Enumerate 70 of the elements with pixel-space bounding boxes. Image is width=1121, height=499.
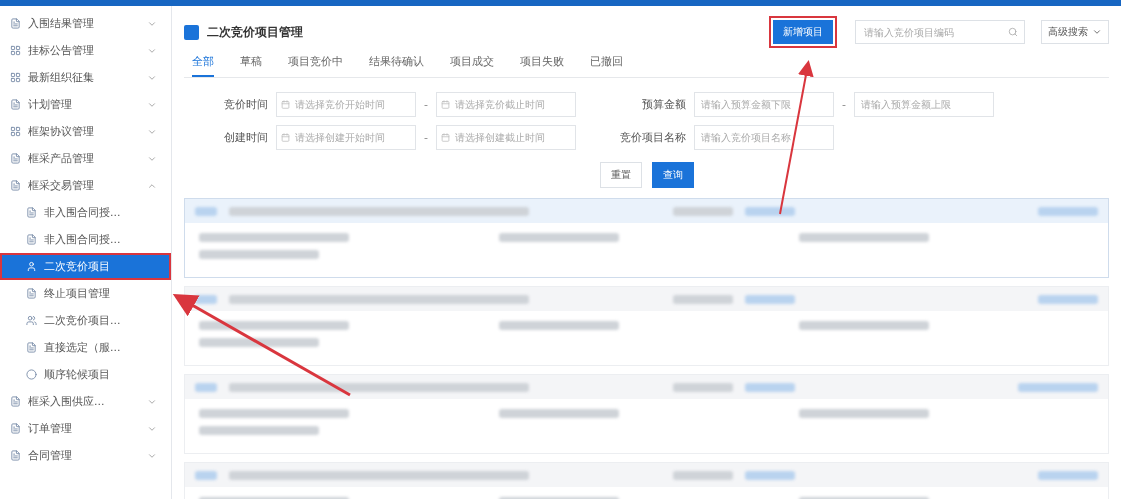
calendar-icon	[281, 133, 290, 142]
blurred-text	[1038, 206, 1098, 216]
blurred-text	[1038, 294, 1098, 304]
blurred-text	[195, 470, 217, 480]
blurred-text	[745, 470, 795, 480]
chevron-down-icon	[1092, 27, 1102, 37]
list-card[interactable]	[184, 286, 1109, 366]
input-field[interactable]: 请选择竞价开始时间	[276, 92, 416, 117]
sidebar-item[interactable]: 计划管理	[0, 91, 171, 118]
filter-label: 竞价时间	[223, 97, 268, 112]
tab[interactable]: 项目成交	[450, 50, 494, 77]
sidebar-item-selected[interactable]: 二次竞价项目	[0, 253, 171, 280]
list-card[interactable]	[184, 374, 1109, 454]
search-field[interactable]: 请输入竞价项目编码	[855, 20, 1025, 44]
blurred-text	[745, 294, 795, 304]
user-icon	[26, 261, 37, 272]
blurred-text	[195, 382, 217, 392]
sidebar-item[interactable]: 终止项目管理	[0, 280, 171, 307]
sidebar-item[interactable]: 直接选定（服...	[0, 334, 171, 361]
filter-label: 预算金额	[641, 97, 686, 112]
sidebar-item[interactable]: 最新组织征集	[0, 64, 171, 91]
blurred-text	[673, 206, 733, 216]
list-card[interactable]	[184, 198, 1109, 278]
sidebar-item[interactable]: 框采产品管理	[0, 145, 171, 172]
blurred-text	[673, 382, 733, 392]
input-field[interactable]: 请输入预算金额上限	[853, 92, 994, 117]
calendar-icon	[441, 100, 450, 109]
input-field[interactable]: 请选择竞价截止时间	[436, 92, 576, 117]
blurred-text	[195, 294, 217, 304]
search-input[interactable]: 请输入竞价项目编码	[862, 25, 1004, 39]
sidebar-item[interactable]: 非入围合同授...	[0, 199, 171, 226]
sidebar-item[interactable]: 入围结果管理	[0, 10, 171, 37]
blurred-text	[745, 206, 795, 216]
sidebar-item[interactable]: 挂标公告管理	[0, 37, 171, 64]
tab[interactable]: 全部	[192, 50, 214, 77]
range-separator: -	[424, 98, 428, 111]
sidebar-item[interactable]: 订单管理	[0, 415, 171, 442]
search-icon	[1008, 27, 1018, 37]
sidebar-item[interactable]: 框架协议管理	[0, 118, 171, 145]
input-field[interactable]: 请选择创建截止时间	[436, 125, 576, 150]
input-field[interactable]: 请输入竞价项目名称	[694, 125, 834, 150]
tab[interactable]: 草稿	[240, 50, 262, 77]
advanced-search-button[interactable]: 高级搜索	[1041, 20, 1109, 44]
input-field[interactable]: 请输入预算金额下限	[694, 92, 834, 117]
calendar-icon	[441, 133, 450, 142]
calendar-icon	[281, 100, 290, 109]
blurred-text	[673, 294, 733, 304]
sidebar-item[interactable]: 顺序轮候项目	[0, 361, 171, 388]
range-separator: -	[424, 131, 428, 144]
blurred-text	[673, 470, 733, 480]
sidebar-item[interactable]: 框采交易管理	[0, 172, 171, 199]
tab[interactable]: 结果待确认	[369, 50, 424, 77]
blurred-text	[1038, 470, 1098, 480]
page-icon	[184, 24, 199, 40]
page-title: 二次竞价项目管理	[207, 23, 304, 41]
range-separator: -	[842, 98, 846, 111]
blurred-text	[745, 382, 795, 392]
query-button[interactable]: 查询	[651, 162, 694, 188]
input-field[interactable]: 请选择创建开始时间	[276, 125, 416, 150]
filter-label: 竞价项目名称	[619, 130, 686, 145]
sidebar-item[interactable]: 合同管理	[0, 442, 171, 469]
reset-button[interactable]: 重置	[599, 162, 642, 188]
tab[interactable]: 项目竞价中	[288, 50, 343, 77]
sidebar-item[interactable]: 框采入围供应...	[0, 388, 171, 415]
sidebar-item[interactable]: 非入围合同授...	[0, 226, 171, 253]
tab[interactable]: 项目失败	[520, 50, 564, 77]
sidebar-item[interactable]: 二次竞价项目...	[0, 307, 171, 334]
tab[interactable]: 已撤回	[590, 50, 623, 77]
filter-label: 创建时间	[223, 130, 268, 145]
blurred-text	[195, 206, 217, 216]
